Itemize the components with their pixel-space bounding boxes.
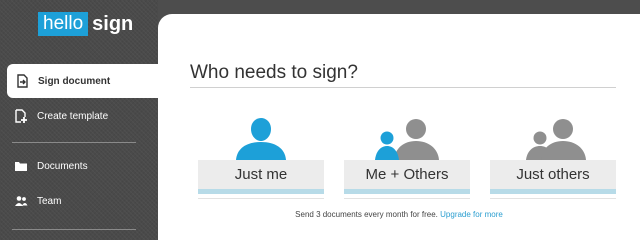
option-figure [198,118,324,160]
option-highlight-bar [490,189,616,194]
option-highlight-bar [344,189,470,194]
others-icon [526,119,586,160]
sidebar: hello sign Sign document Create template… [0,0,158,240]
option-baseline [344,198,470,199]
team-icon [15,196,28,206]
sidebar-item-label: Documents [37,160,88,172]
option-label: Me + Others [344,160,470,189]
sign-document-icon [17,74,28,88]
option-baseline [198,198,324,199]
me-plus-others-icon [375,119,439,160]
option-just-me[interactable]: Just me [198,118,324,199]
sidebar-item-team[interactable]: Team [0,184,158,218]
sidebar-item-label: Team [37,195,62,207]
option-figure [490,118,616,160]
sidebar-item-documents[interactable]: Documents [0,149,158,183]
title-divider [190,87,616,88]
sidebar-divider [12,142,136,143]
logo-hello-box: hello [38,12,89,36]
option-label: Just me [198,160,324,189]
sidebar-divider [12,229,136,230]
sidebar-item-label: Sign document [38,75,111,87]
option-just-others[interactable]: Just others [490,118,616,199]
option-highlight-bar [198,189,324,194]
option-figure [344,118,470,160]
logo-sign-text: sign [92,13,134,35]
hellosign-logo[interactable]: hello sign [38,12,133,36]
option-baseline [490,198,616,199]
sidebar-item-create-template[interactable]: Create template [0,99,158,133]
option-label: Just others [490,160,616,189]
add-template-icon [15,109,27,123]
single-person-icon [236,118,286,160]
upgrade-link[interactable]: Upgrade for more [440,210,503,219]
page-title: Who needs to sign? [190,62,358,83]
main-panel: Who needs to sign? Just me Me + Others J… [158,14,640,240]
sidebar-item-sign-document[interactable]: Sign document [7,64,158,98]
footer-text: Send 3 documents every month for free. [295,210,438,219]
option-me-plus-others[interactable]: Me + Others [344,118,470,199]
footer-note: Send 3 documents every month for free. U… [158,210,640,219]
folder-icon [15,162,27,171]
sidebar-item-label: Create template [37,110,109,122]
